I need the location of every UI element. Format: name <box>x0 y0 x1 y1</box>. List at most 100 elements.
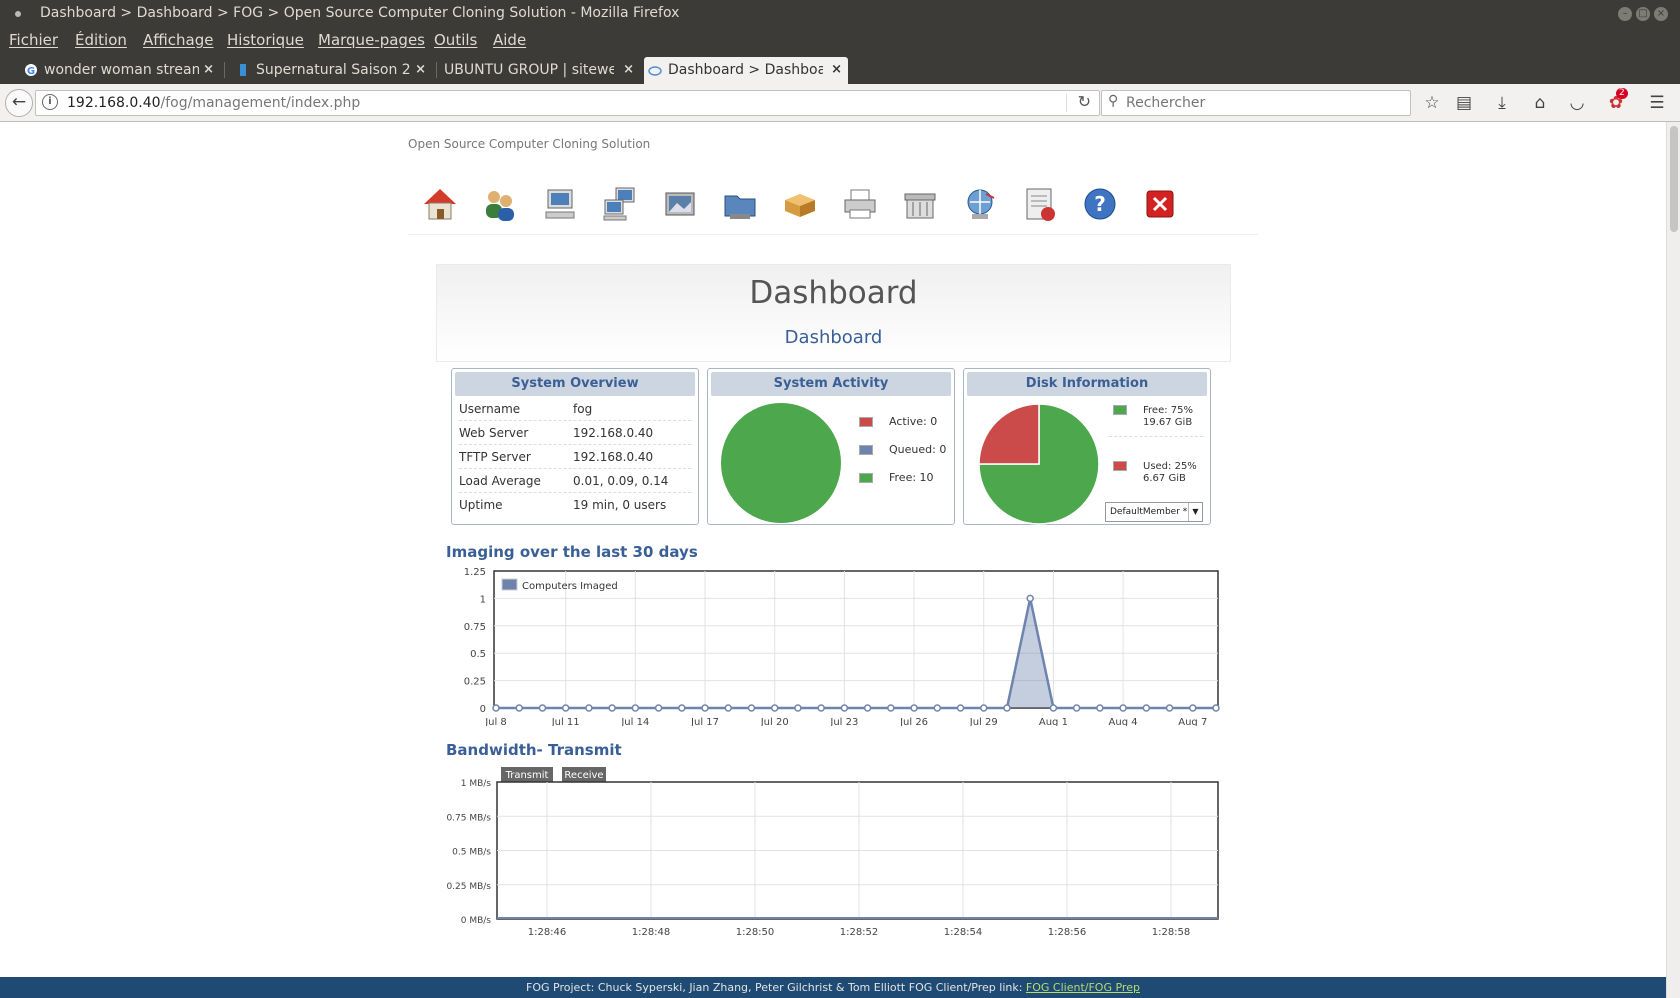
overview-value: 19 min, 0 users <box>573 498 667 512</box>
page-viewport: Open Source Computer Cloning Solution ? … <box>0 122 1666 998</box>
tab-close-icon[interactable]: × <box>831 57 842 83</box>
site-tagline: Open Source Computer Cloning Solution <box>408 137 651 151</box>
data-point <box>608 704 616 712</box>
search-input[interactable] <box>1126 94 1396 112</box>
bookmark-star-icon[interactable]: ☆ <box>1420 91 1444 115</box>
dashboard-header: Dashboard Dashboard <box>436 264 1231 362</box>
y-tick-label: 0.75 <box>464 622 486 633</box>
menu-aide[interactable]: Aide <box>493 31 526 49</box>
users-icon[interactable] <box>480 184 520 224</box>
data-point <box>561 704 570 712</box>
system-overview-panel: System Overview Username fog Web Server 19… <box>451 368 699 525</box>
y-tick-label: 0.75 MB/s <box>446 813 491 823</box>
tab-label: Dashboard > Dashboar <box>668 62 823 78</box>
x-tick-label: Aug 4 <box>1109 717 1138 726</box>
disk-usage-pie <box>978 403 1100 525</box>
x-tick-label: Jul 26 <box>899 717 928 726</box>
reload-icon[interactable]: ↻ <box>1078 92 1091 111</box>
report-icon[interactable] <box>1020 184 1060 224</box>
download-icon[interactable]: ⤓ <box>1490 91 1514 115</box>
menu-outils[interactable]: Outils <box>434 31 477 49</box>
data-point <box>794 704 802 712</box>
fog-client-link[interactable]: FOG Client/FOG Prep <box>1026 981 1140 994</box>
snapin-icon[interactable] <box>780 184 820 224</box>
url-text[interactable]: 192.168.0.40/fog/management/index.php <box>67 95 360 111</box>
x-tick-label: 1:28:58 <box>1152 927 1191 938</box>
menu-edition[interactable]: Édition <box>75 31 127 49</box>
tab-close-icon[interactable]: × <box>623 57 634 83</box>
page-title: Dashboard <box>749 275 918 311</box>
minimize-icon[interactable]: – <box>1618 7 1632 21</box>
legend-swatch-disk-used <box>1113 461 1127 471</box>
y-tick-label: 0.5 <box>470 649 486 660</box>
tab-supernatural[interactable]: Supernatural Saison 2 É × <box>232 57 432 84</box>
host-icon[interactable] <box>540 184 580 224</box>
logout-icon[interactable] <box>1140 184 1180 224</box>
google-icon: G <box>25 64 37 77</box>
extension-icon[interactable]: ✿ 2 <box>1604 88 1628 115</box>
pocket-icon[interactable]: ◡ <box>1565 91 1589 115</box>
tab-dashboard[interactable]: Dashboard > Dashboar × <box>644 57 848 84</box>
window-menu-dot[interactable] <box>15 11 21 17</box>
y-tick-label: 0.25 MB/s <box>446 882 491 892</box>
x-tick-label: 1:28:48 <box>632 927 671 938</box>
overview-value: 192.168.0.40 <box>573 426 654 440</box>
legend-swatch <box>501 578 518 591</box>
system-activity-pie <box>721 403 841 523</box>
search-box[interactable]: ⚲ <box>1101 90 1411 116</box>
data-point <box>515 704 523 712</box>
reading-list-icon[interactable]: ▤ <box>1452 91 1476 115</box>
x-tick-label: 1:28:54 <box>944 927 983 938</box>
tab-separator <box>224 62 225 78</box>
imaging-chart-title: Imaging over the last 30 days <box>446 543 698 561</box>
x-tick-label: 1:28:46 <box>528 927 567 938</box>
data-point <box>1003 704 1011 712</box>
maximize-icon[interactable]: □ <box>1636 7 1650 21</box>
menu-affichage[interactable]: Affichage <box>143 31 213 49</box>
home-icon[interactable] <box>420 184 460 224</box>
menu-fichier[interactable]: Fichier <box>9 31 58 49</box>
help-icon[interactable]: ? <box>1080 184 1120 224</box>
storage-icon[interactable] <box>720 184 760 224</box>
tab-wonder-woman[interactable]: G wonder woman stream × <box>20 57 220 84</box>
menu-historique[interactable]: Historique <box>227 31 304 49</box>
footer-credits: FOG Project: Chuck Syperski, Jian Zhang,… <box>526 981 1026 994</box>
x-tick-label: Jul 17 <box>690 717 719 726</box>
tasks-icon[interactable] <box>960 184 1000 224</box>
x-tick-label: Aug 1 <box>1039 717 1068 726</box>
y-tick-label: 0 <box>480 704 486 715</box>
data-point <box>1026 594 1034 603</box>
service-icon[interactable] <box>900 184 940 224</box>
printer-icon[interactable] <box>840 184 880 224</box>
tab-close-icon[interactable]: × <box>203 57 214 83</box>
storage-node-select[interactable]: DefaultMember * ▼ <box>1105 502 1203 522</box>
x-tick-label: 1:28:56 <box>1048 927 1087 938</box>
menu-marque-pages[interactable]: Marque-pages <box>318 31 425 49</box>
data-point <box>492 704 500 712</box>
legend-swatch-queued <box>859 445 873 455</box>
overview-row: Web Server 192.168.0.40 <box>459 422 691 445</box>
bandwidth-transmit-label: Transmit <box>505 770 549 781</box>
home-button-icon[interactable]: ⌂ <box>1528 91 1552 115</box>
scrollbar-thumb[interactable] <box>1670 126 1678 232</box>
x-tick-label: Jul 14 <box>620 717 649 726</box>
info-icon[interactable]: i <box>42 94 58 110</box>
data-point <box>585 704 593 712</box>
group-icon[interactable] <box>600 184 640 224</box>
hamburger-menu-icon[interactable]: ☰ <box>1645 91 1669 115</box>
overview-value: 0.01, 0.09, 0.14 <box>573 474 669 488</box>
overview-key: TFTP Server <box>459 450 531 464</box>
url-bar[interactable]: i 192.168.0.40/fog/management/index.php … <box>35 90 1100 116</box>
overview-row: Uptime 19 min, 0 users <box>459 494 691 517</box>
image-icon[interactable] <box>660 184 700 224</box>
page-scrollbar[interactable] <box>1666 122 1680 998</box>
disk-information-panel: Disk Information Free: 75% 19.67 GiB Use… <box>963 368 1211 525</box>
tab-ubuntu-group[interactable]: UBUNTU GROUP | siteweb × <box>420 57 640 84</box>
bandwidth-receive-label: Receive <box>564 770 603 781</box>
x-tick-label: 1:28:52 <box>840 927 879 938</box>
close-window-icon[interactable]: × <box>1654 7 1668 21</box>
legend-label: Computers Imaged <box>522 581 618 592</box>
tab-label: UBUNTU GROUP | siteweb <box>444 62 614 78</box>
back-button[interactable]: ← <box>5 89 33 117</box>
fog-cloud-icon <box>648 66 662 76</box>
